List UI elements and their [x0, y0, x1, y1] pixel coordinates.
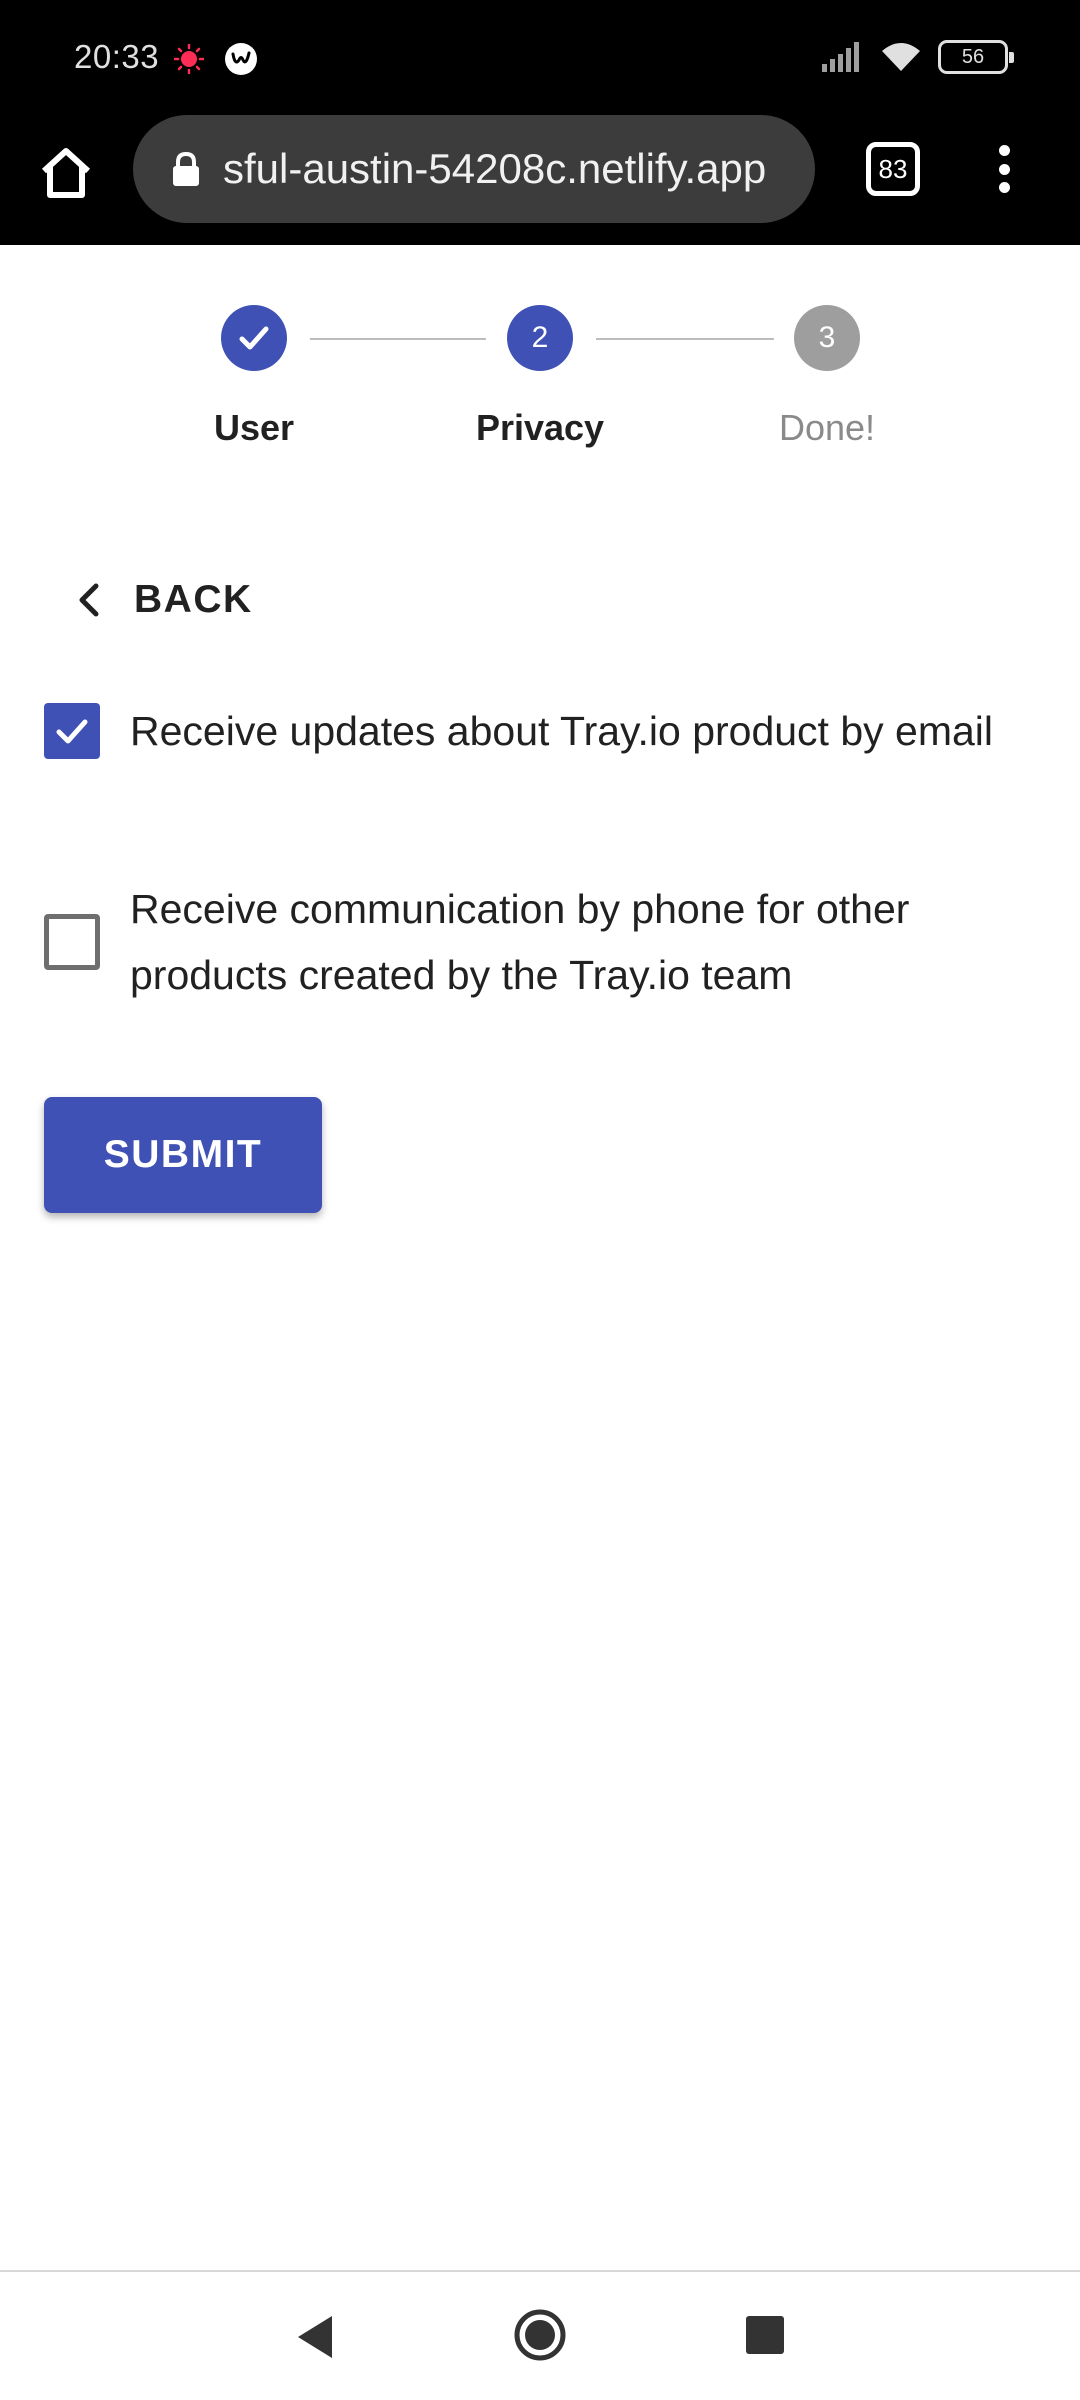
nav-home-icon[interactable] [513, 2308, 567, 2362]
nav-back-icon[interactable] [292, 2312, 336, 2362]
step-label: Privacy [475, 407, 605, 448]
step-label: Done! [778, 407, 876, 448]
home-icon[interactable] [36, 143, 96, 203]
step-label: User [213, 407, 295, 448]
progress-stepper: User 2 Privacy 3 Done! [0, 305, 1080, 485]
phone-communication-label: Receive communication by phone for other… [130, 886, 910, 998]
tab-count: 83 [878, 153, 908, 184]
back-button[interactable]: BACK [60, 560, 265, 640]
step-number-circle: 3 [794, 305, 860, 371]
lock-icon [173, 151, 199, 186]
battery-icon: 56 [938, 40, 1014, 74]
system-navigation-bar [0, 2270, 1080, 2400]
email-updates-label: Receive updates about Tray.io product by… [130, 708, 994, 754]
check-icon [239, 326, 269, 350]
step-privacy: 2 Privacy [440, 305, 640, 449]
signal-icon [822, 42, 859, 72]
chevron-left-icon [79, 583, 99, 617]
step-number: 3 [818, 321, 836, 354]
email-updates-option[interactable]: Receive updates about Tray.io product by… [44, 698, 1044, 764]
submit-button[interactable]: SUBMIT [44, 1097, 322, 1213]
check-icon [56, 719, 88, 744]
step-done: 3 Done! [727, 305, 927, 449]
email-updates-checkbox[interactable] [44, 703, 100, 759]
step-completed-circle [221, 305, 287, 371]
wifi-icon [882, 43, 920, 71]
battery-level: 56 [961, 45, 985, 68]
address-bar[interactable]: sful-austin-54208c.netlify.app [133, 115, 815, 223]
back-label: BACK [134, 578, 253, 621]
status-bar: 20:33 56 [0, 0, 1080, 115]
overflow-menu-icon[interactable] [984, 139, 1024, 199]
step-number: 2 [531, 321, 549, 354]
step-user: User [154, 305, 354, 449]
browser-toolbar: sful-austin-54208c.netlify.app 83 [0, 115, 1080, 245]
step-number-circle: 2 [507, 305, 573, 371]
status-indicators: 56 [822, 40, 1014, 74]
nav-recents-icon[interactable] [746, 2316, 784, 2354]
status-time: 20:33 [74, 38, 160, 75]
phone-communication-checkbox[interactable] [44, 914, 100, 970]
screen-record-icon [174, 44, 204, 74]
url-text: sful-austin-54208c.netlify.app [223, 145, 767, 192]
phone-communication-option[interactable]: Receive communication by phone for other… [44, 876, 1044, 1008]
app-notification-icon [225, 43, 257, 75]
tab-switcher-button[interactable]: 83 [866, 142, 920, 196]
